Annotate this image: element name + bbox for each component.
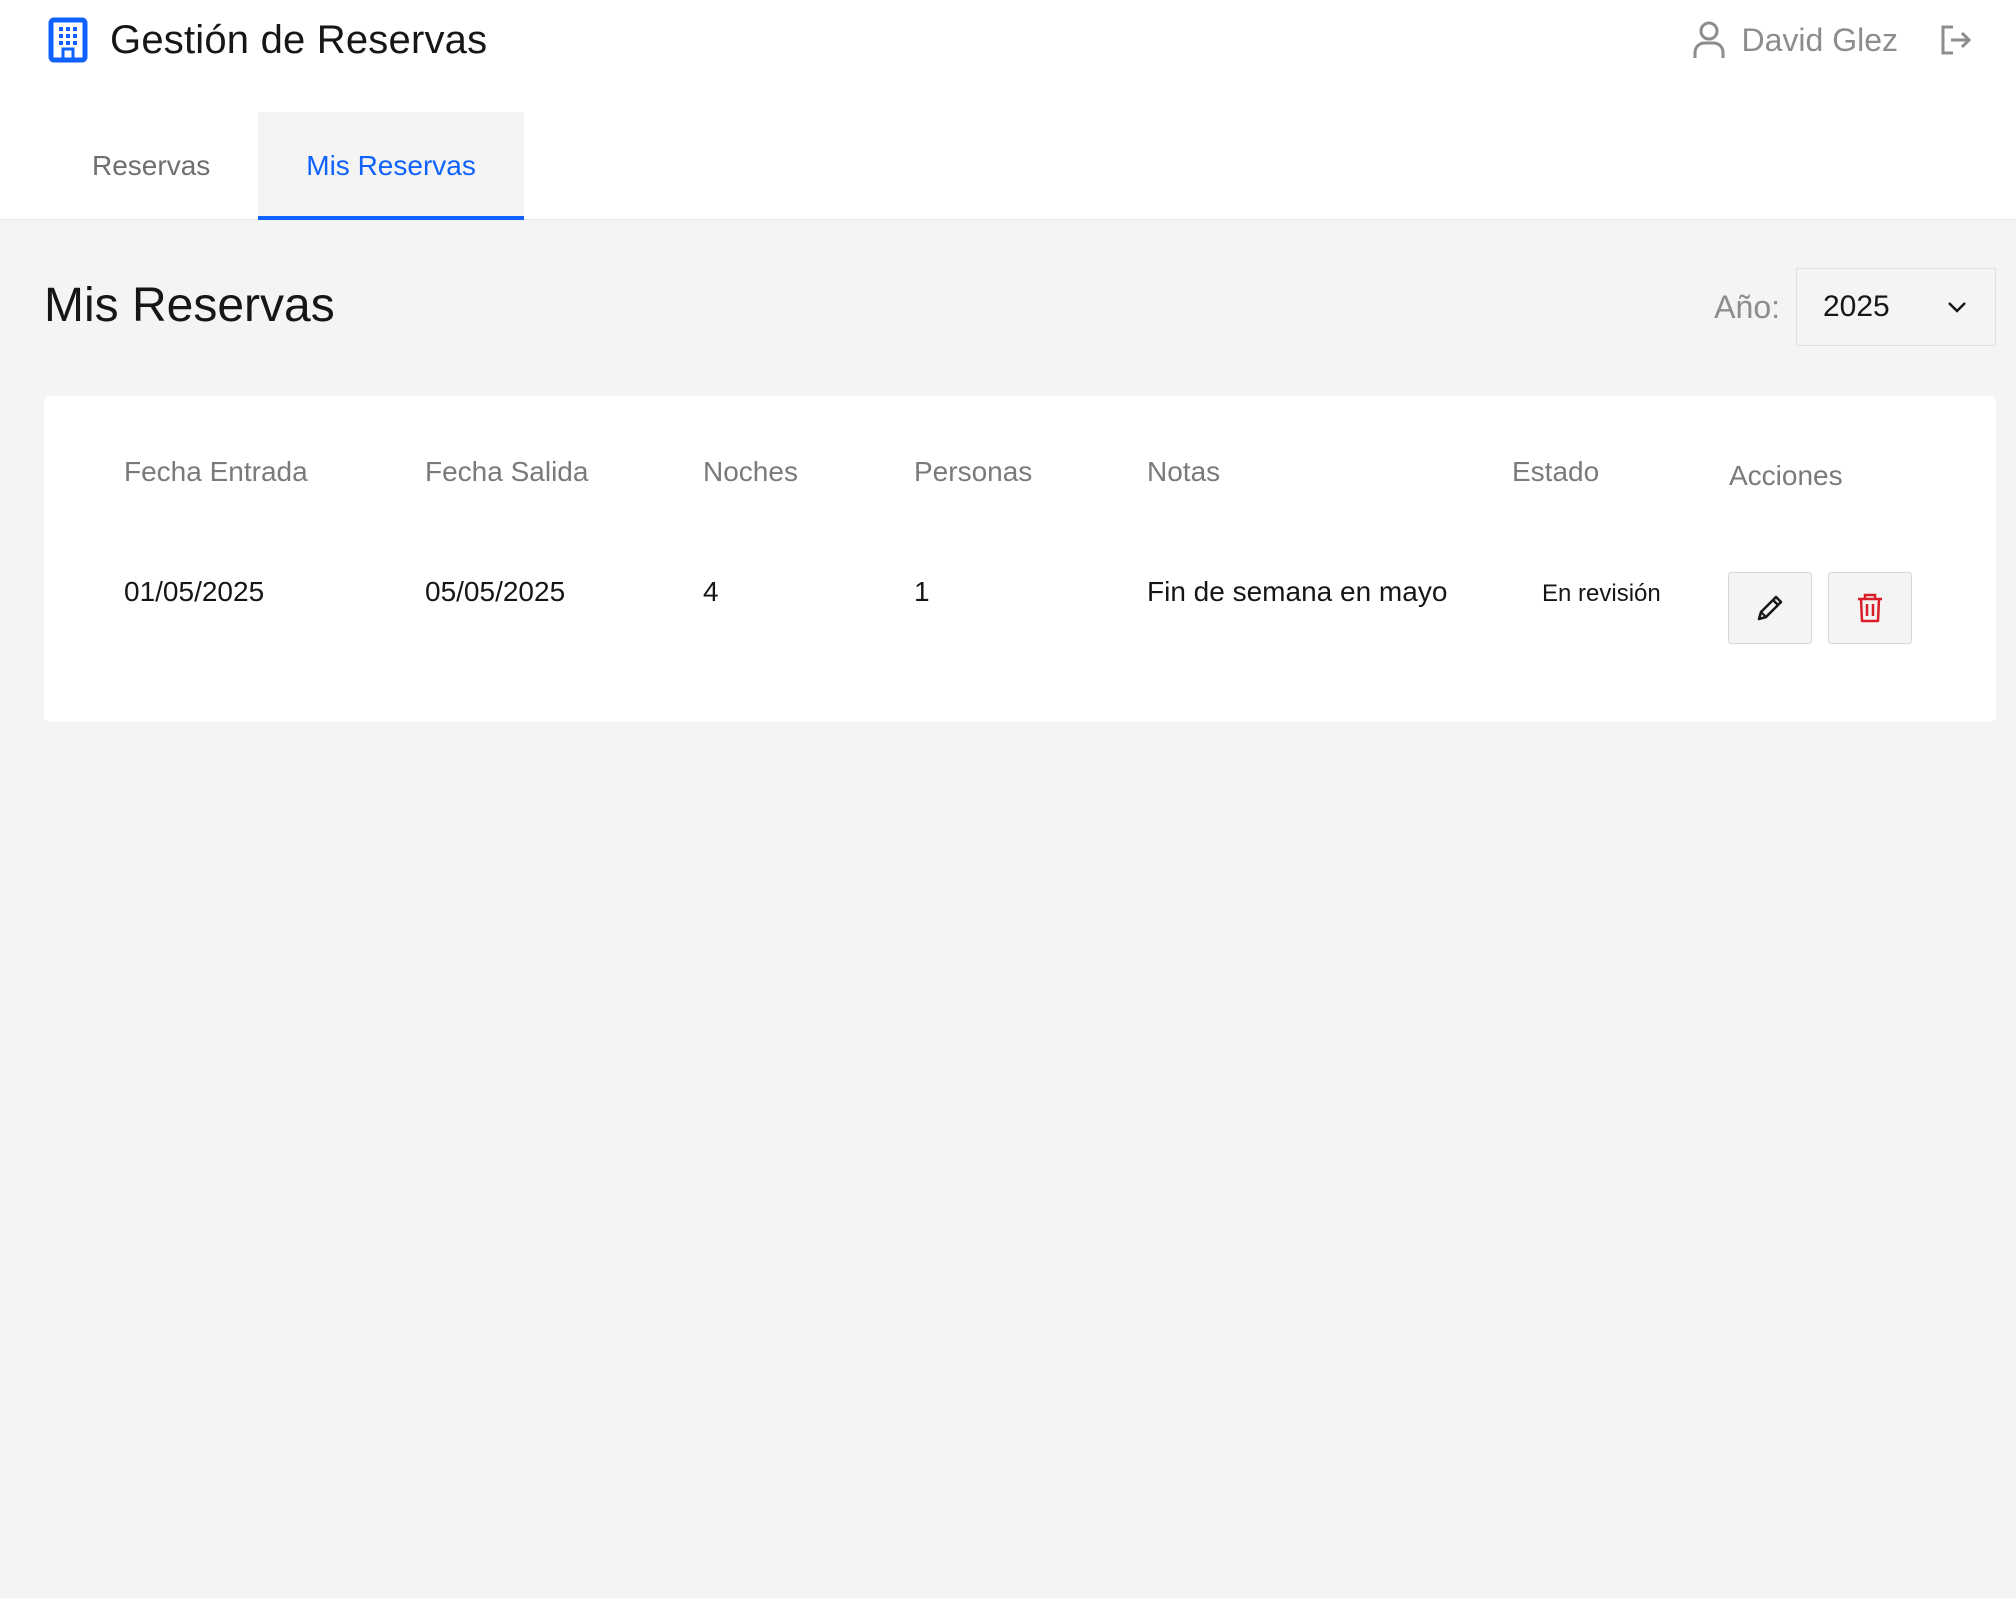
user-name: David Glez — [1741, 21, 1899, 58]
column-header-estado: Estado — [1512, 456, 1600, 487]
cell-personas: 1 — [914, 576, 930, 607]
edit-icon — [1757, 595, 1783, 621]
page-title: Mis Reservas — [44, 279, 335, 332]
reservations-table: Fecha Entrada Fecha Salida Noches Person… — [44, 396, 1996, 722]
tab-bar: Reservas Mis Reservas — [44, 112, 524, 220]
cell-noches: 4 — [703, 576, 719, 607]
column-header-personas: Personas — [914, 456, 1033, 487]
delete-button[interactable] — [1828, 572, 1912, 644]
tab-reservas[interactable]: Reservas — [44, 112, 258, 220]
year-filter: Año: 2025 — [1714, 268, 1996, 346]
chevron-down-icon — [1948, 302, 1966, 313]
column-header-fecha-salida: Fecha Salida — [425, 456, 589, 487]
trash-icon — [1858, 593, 1882, 623]
logout-button[interactable] — [1936, 20, 1976, 60]
building-icon — [48, 17, 88, 63]
cell-fecha-salida: 05/05/2025 — [425, 576, 566, 607]
app-header: Gestión de Reservas David Glez Reservas … — [0, 0, 2016, 220]
user-icon — [1693, 21, 1724, 58]
logout-icon — [1941, 25, 1972, 55]
user-area: David Glez — [1692, 16, 1977, 64]
cell-notas: Fin de semana en mayo — [1147, 576, 1448, 607]
edit-button[interactable] — [1728, 572, 1812, 644]
brand: Gestión de Reservas — [48, 16, 487, 64]
app-title: Gestión de Reservas — [110, 17, 488, 62]
column-header-acciones: Acciones — [1729, 460, 1843, 491]
tab-mis-reservas[interactable]: Mis Reservas — [258, 112, 524, 220]
cell-fecha-entrada: 01/05/2025 — [124, 576, 265, 607]
year-label: Año: — [1714, 288, 1780, 325]
year-select-value: 2025 — [1823, 290, 1890, 323]
status-badge: En revisión — [1542, 580, 1661, 607]
column-header-notas: Notas — [1147, 456, 1221, 487]
column-header-noches: Noches — [703, 456, 798, 487]
column-header-fecha-entrada: Fecha Entrada — [124, 456, 308, 487]
year-select[interactable]: 2025 — [1796, 268, 1996, 346]
